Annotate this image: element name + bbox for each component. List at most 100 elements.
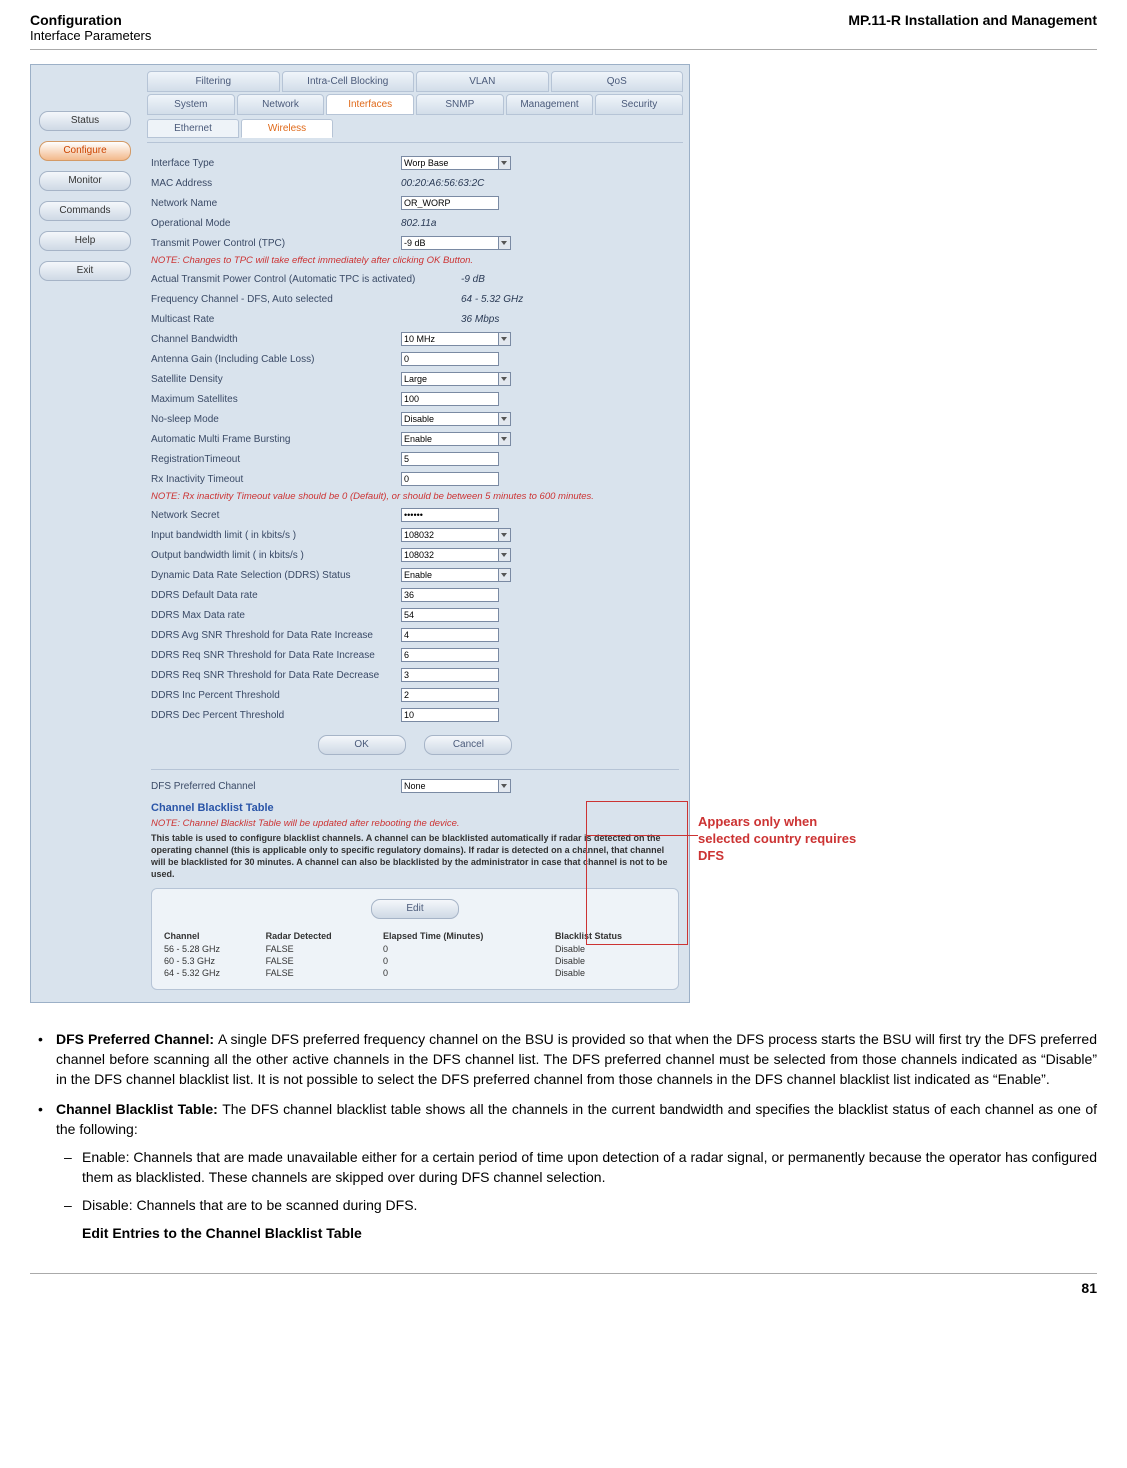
sub-heading-edit: Edit Entries to the Channel Blacklist Ta… bbox=[82, 1223, 1097, 1243]
lbl-ddrs: Dynamic Data Rate Selection (DDRS) Statu… bbox=[151, 570, 401, 581]
page-number: 81 bbox=[30, 1273, 1097, 1316]
header-subsection: Interface Parameters bbox=[30, 28, 151, 43]
chevron-down-icon[interactable] bbox=[499, 332, 511, 346]
tab-filtering[interactable]: Filtering bbox=[147, 71, 280, 92]
lbl-mac: MAC Address bbox=[151, 178, 401, 189]
sel-bw[interactable] bbox=[401, 332, 499, 346]
document-title: MP.11-R Installation and Management bbox=[848, 12, 1097, 28]
lbl-ddrsavg: DDRS Avg SNR Threshold for Data Rate Inc… bbox=[151, 630, 401, 641]
sel-amfb[interactable] bbox=[401, 432, 499, 446]
lbl-ddrsreqi: DDRS Req SNR Threshold for Data Rate Inc… bbox=[151, 650, 401, 661]
cancel-button[interactable]: Cancel bbox=[424, 735, 512, 755]
sel-inbw[interactable] bbox=[401, 528, 499, 542]
lbl-satd: Satellite Density bbox=[151, 374, 401, 385]
input-regto[interactable] bbox=[401, 452, 499, 466]
val-freq: 64 - 5.32 GHz bbox=[461, 294, 523, 305]
lbl-bw: Channel Bandwidth bbox=[151, 334, 401, 345]
tab-interfaces[interactable]: Interfaces bbox=[326, 94, 414, 115]
input-rxin[interactable] bbox=[401, 472, 499, 486]
subbullet-disable: Disable: Channels that are to be scanned… bbox=[56, 1195, 1097, 1215]
nav-monitor[interactable]: Monitor bbox=[39, 171, 131, 191]
chevron-down-icon[interactable] bbox=[499, 156, 511, 170]
subtab-ethernet[interactable]: Ethernet bbox=[147, 119, 239, 138]
sel-satd[interactable] bbox=[401, 372, 499, 386]
sel-tpc[interactable] bbox=[401, 236, 499, 250]
chevron-down-icon[interactable] bbox=[499, 432, 511, 446]
lbl-freq: Frequency Channel - DFS, Auto selected bbox=[151, 294, 461, 305]
input-ant[interactable] bbox=[401, 352, 499, 366]
input-ddrsdec[interactable] bbox=[401, 708, 499, 722]
input-ddrsinc[interactable] bbox=[401, 688, 499, 702]
table-row: 64 - 5.32 GHzFALSE0Disable bbox=[160, 967, 670, 979]
chevron-down-icon[interactable] bbox=[499, 779, 511, 793]
edit-button[interactable]: Edit bbox=[371, 899, 459, 919]
tab-security[interactable]: Security bbox=[595, 94, 683, 115]
ok-button[interactable]: OK bbox=[318, 735, 406, 755]
sel-outbw[interactable] bbox=[401, 548, 499, 562]
th-radar: Radar Detected bbox=[262, 929, 379, 943]
nav-exit[interactable]: Exit bbox=[39, 261, 131, 281]
lbl-mcast: Multicast Rate bbox=[151, 314, 461, 325]
lbl-maxsat: Maximum Satellites bbox=[151, 394, 401, 405]
lbl-netname: Network Name bbox=[151, 198, 401, 209]
note-tpc: NOTE: Changes to TPC will take effect im… bbox=[151, 255, 679, 267]
input-ddrsmax[interactable] bbox=[401, 608, 499, 622]
val-atpc: -9 dB bbox=[461, 274, 485, 285]
lbl-nosleep: No-sleep Mode bbox=[151, 414, 401, 425]
tab-system[interactable]: System bbox=[147, 94, 235, 115]
input-ddrsreqi[interactable] bbox=[401, 648, 499, 662]
val-opmode: 802.11a bbox=[401, 218, 436, 229]
callout-text: Appears only when selected country requi… bbox=[698, 813, 868, 864]
tab-management[interactable]: Management bbox=[506, 94, 594, 115]
sel-nosleep[interactable] bbox=[401, 412, 499, 426]
chevron-down-icon[interactable] bbox=[499, 528, 511, 542]
sel-interface-type[interactable] bbox=[401, 156, 499, 170]
tab-qos[interactable]: QoS bbox=[551, 71, 684, 92]
nav-configure[interactable]: Configure bbox=[39, 141, 131, 161]
header-section: Configuration bbox=[30, 12, 151, 28]
bullet-cbt: Channel Blacklist Table: The DFS channel… bbox=[30, 1099, 1097, 1243]
lbl-regto: RegistrationTimeout bbox=[151, 454, 401, 465]
lbl-dfspref: DFS Preferred Channel bbox=[151, 781, 401, 792]
chevron-down-icon[interactable] bbox=[499, 236, 511, 250]
chevron-down-icon[interactable] bbox=[499, 548, 511, 562]
input-netname[interactable] bbox=[401, 196, 499, 210]
subbullet-enable: Enable: Channels that are made unavailab… bbox=[56, 1147, 1097, 1187]
input-ddrsavg[interactable] bbox=[401, 628, 499, 642]
chevron-down-icon[interactable] bbox=[499, 372, 511, 386]
lbl-ddrsreqd: DDRS Req SNR Threshold for Data Rate Dec… bbox=[151, 670, 401, 681]
lbl-ddrsinc: DDRS Inc Percent Threshold bbox=[151, 690, 401, 701]
table-row: 60 - 5.3 GHzFALSE0Disable bbox=[160, 955, 670, 967]
lbl-opmode: Operational Mode bbox=[151, 218, 401, 229]
bullet-dfs: DFS Preferred Channel: A single DFS pref… bbox=[30, 1029, 1097, 1089]
lbl-interface-type: Interface Type bbox=[151, 158, 401, 169]
sel-ddrs[interactable] bbox=[401, 568, 499, 582]
subtab-wireless[interactable]: Wireless bbox=[241, 119, 333, 138]
tab-snmp[interactable]: SNMP bbox=[416, 94, 504, 115]
input-maxsat[interactable] bbox=[401, 392, 499, 406]
input-secret[interactable] bbox=[401, 508, 499, 522]
nav-commands[interactable]: Commands bbox=[39, 201, 131, 221]
chevron-down-icon[interactable] bbox=[499, 568, 511, 582]
lbl-outbw: Output bandwidth limit ( in kbits/s ) bbox=[151, 550, 401, 561]
lbl-rxin: Rx Inactivity Timeout bbox=[151, 474, 401, 485]
sel-dfspref[interactable] bbox=[401, 779, 499, 793]
divider bbox=[151, 769, 679, 770]
input-ddrsdef[interactable] bbox=[401, 588, 499, 602]
tab-network[interactable]: Network bbox=[237, 94, 325, 115]
lbl-ddrsmax: DDRS Max Data rate bbox=[151, 610, 401, 621]
nav-status[interactable]: Status bbox=[39, 111, 131, 131]
tab-intracell[interactable]: Intra-Cell Blocking bbox=[282, 71, 415, 92]
lbl-atpc: Actual Transmit Power Control (Automatic… bbox=[151, 274, 461, 285]
input-ddrsreqd[interactable] bbox=[401, 668, 499, 682]
note-rxin: NOTE: Rx inactivity Timeout value should… bbox=[151, 491, 679, 503]
th-elapsed: Elapsed Time (Minutes) bbox=[379, 929, 551, 943]
lbl-inbw: Input bandwidth limit ( in kbits/s ) bbox=[151, 530, 401, 541]
tab-vlan[interactable]: VLAN bbox=[416, 71, 549, 92]
val-mac: 00:20:A6:56:63:2C bbox=[401, 178, 484, 189]
nav-help[interactable]: Help bbox=[39, 231, 131, 251]
th-channel: Channel bbox=[160, 929, 262, 943]
chevron-down-icon[interactable] bbox=[499, 412, 511, 426]
lbl-ddrsdec: DDRS Dec Percent Threshold bbox=[151, 710, 401, 721]
nav-sidebar: Status Configure Monitor Commands Help E… bbox=[31, 65, 141, 1002]
